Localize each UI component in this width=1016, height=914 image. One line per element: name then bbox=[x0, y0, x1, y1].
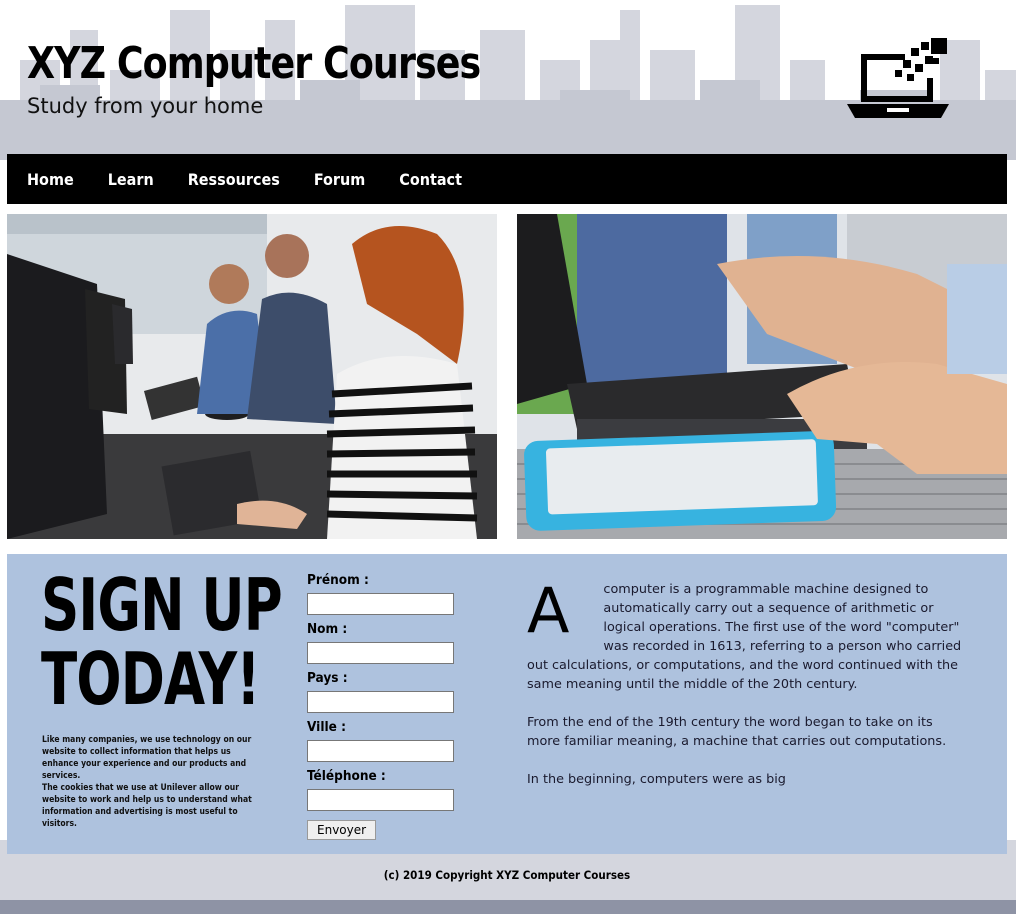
signup-heading: SIGN UP TODAY! bbox=[41, 568, 283, 716]
phone-label: Téléphone : bbox=[307, 768, 386, 784]
article-para-1: Acomputer is a programmable machine desi… bbox=[527, 580, 967, 694]
cookie-notice-1: Like many companies, we use technology o… bbox=[42, 735, 252, 781]
nav-learn[interactable]: Learn bbox=[108, 170, 154, 189]
article-text: Acomputer is a programmable machine desi… bbox=[527, 580, 967, 808]
lastname-field[interactable] bbox=[307, 642, 454, 664]
signup-form: Prénom : Nom : Pays : Ville : Téléphone … bbox=[307, 572, 467, 840]
laptop-tablet-image bbox=[517, 214, 1007, 539]
page-container: XYZ Computer Courses Study from your hom… bbox=[7, 0, 1007, 882]
nav-ressources[interactable]: Ressources bbox=[188, 170, 280, 189]
footer-copyright: (c) 2019 Copyright XYZ Computer Courses bbox=[383, 868, 631, 882]
drop-cap: A bbox=[527, 574, 570, 647]
hero-images bbox=[7, 214, 1007, 539]
country-field[interactable] bbox=[307, 691, 454, 713]
country-label: Pays : bbox=[307, 670, 348, 686]
signup-section: SIGN UP TODAY! Like many companies, we u… bbox=[7, 554, 1007, 854]
article-para-2: From the end of the 19th century the wor… bbox=[527, 715, 947, 749]
site-tagline: Study from your home bbox=[27, 94, 264, 118]
site-title: XYZ Computer Courses bbox=[27, 38, 481, 89]
phone-field[interactable] bbox=[307, 789, 454, 811]
city-label: Ville : bbox=[307, 719, 346, 735]
nav-contact[interactable]: Contact bbox=[399, 170, 462, 189]
lastname-label: Nom : bbox=[307, 621, 348, 637]
firstname-field[interactable] bbox=[307, 593, 454, 615]
main-nav: Home Learn Ressources Forum Contact bbox=[7, 154, 1007, 204]
laptop-pixels-icon bbox=[847, 38, 949, 118]
article-para-3: In the beginning, computers were as big bbox=[527, 772, 786, 787]
article-para-1-text: computer is a programmable machine desig… bbox=[527, 582, 962, 692]
city-field[interactable] bbox=[307, 740, 454, 762]
nav-forum[interactable]: Forum bbox=[314, 170, 365, 189]
signup-heading-line1: SIGN UP bbox=[41, 563, 283, 647]
submit-button[interactable]: Envoyer bbox=[307, 820, 377, 840]
signup-heading-line2: TODAY! bbox=[41, 637, 261, 721]
site-header: XYZ Computer Courses Study from your hom… bbox=[7, 0, 1007, 154]
students-lab-image bbox=[7, 214, 497, 539]
cookie-notice-2: The cookies that we use at Unilever allo… bbox=[42, 783, 252, 829]
nav-home[interactable]: Home bbox=[27, 170, 74, 189]
firstname-label: Prénom : bbox=[307, 572, 369, 588]
